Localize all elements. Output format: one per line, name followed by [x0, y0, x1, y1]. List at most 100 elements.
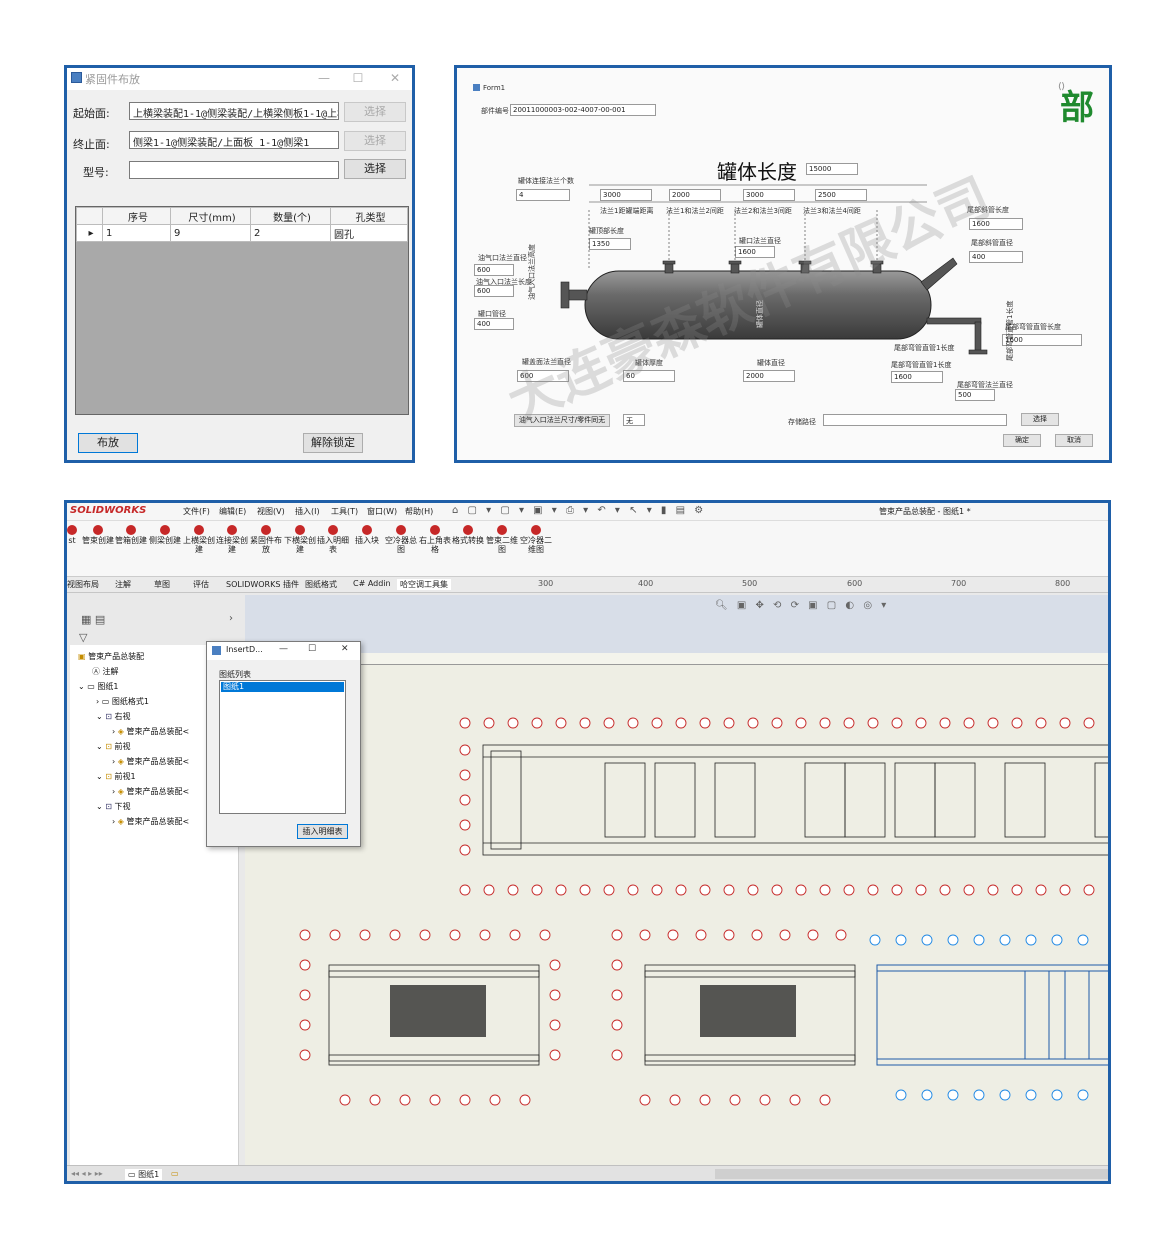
menu-edit[interactable]: 编辑(E) [219, 506, 246, 517]
end-select-button[interactable]: 选择 [344, 131, 406, 151]
model-select-button[interactable]: 选择 [344, 159, 406, 179]
tool-tube-bundle[interactable]: 管束创建 [81, 525, 115, 545]
tool-upper-beam[interactable]: 上横梁创建 [182, 525, 216, 554]
cell-size[interactable]: 9 [170, 224, 251, 242]
fastener-grid: 序号 尺寸(mm) 数量(个) 孔类型 ▸ 1 9 2 圆孔 [75, 206, 409, 415]
cell-index[interactable]: 1 [102, 224, 171, 242]
menu-tools[interactable]: 工具(T) [331, 506, 358, 517]
view-toolbar-icons[interactable]: 🔍︎ ▣ ✥ ⟲ ⟳ ▣ ▢ ◐ ◎ ▾ [715, 600, 889, 611]
tree-ref-3[interactable]: › ◈ 管束产品总装配< [112, 786, 189, 797]
tab-sheet-format[interactable]: 图纸格式 [305, 579, 337, 590]
unlock-button[interactable]: 解除锁定 [303, 433, 363, 453]
add-sheet-icon[interactable]: ▭ [171, 1169, 179, 1178]
solidworks-logo: SOLIDWORKS [70, 505, 147, 516]
tool-format-convert[interactable]: 格式转换 [451, 525, 485, 545]
tool-icon [126, 525, 136, 535]
tool-icon [362, 525, 372, 535]
tool-insert-bom[interactable]: 插入明细表 [316, 525, 350, 554]
col-index[interactable]: 序号 [102, 207, 171, 225]
sheet-nav-arrows[interactable]: ◂◂ ◂ ▸ ▸▸ [71, 1169, 103, 1178]
app-icon [71, 72, 82, 83]
tool-fastener[interactable]: 紧固件布放 [249, 525, 283, 554]
drawing-canvas[interactable]: 🔍︎ ▣ ✥ ⟲ ⟳ ▣ ▢ ◐ ◎ ▾ [245, 595, 1108, 1167]
menu-insert[interactable]: 插入(I) [295, 506, 320, 517]
tank-parameter-form: Form1 部 ⟨⟩ 部件编号 20011000003-002-4007-00-… [454, 65, 1112, 463]
place-button[interactable]: 布放 [78, 433, 138, 453]
end-face-label: 终止面: [73, 138, 110, 151]
tool-icon [430, 525, 440, 535]
row-header-corner [76, 207, 103, 225]
sheet-list-item[interactable]: 图纸1 [221, 682, 344, 692]
tool-corner-table[interactable]: 右上角表格 [418, 525, 452, 554]
tool-lower-beam[interactable]: 下横梁创建 [283, 525, 317, 554]
insert-bom-dialog: InsertD... — ☐ ✕ 图纸列表 图纸1 插入明细表 [206, 641, 361, 847]
sheet-tab[interactable]: ▭ 图纸1 [125, 1169, 163, 1180]
tool-icon [67, 525, 77, 535]
tool-icon [160, 525, 170, 535]
cell-hole-type[interactable]: 圆孔 [330, 224, 408, 242]
tool-bundle-2d[interactable]: 管束二维图 [485, 525, 519, 554]
quick-access-icons[interactable]: ⌂ ▢ ▾ ▢ ▾ ▣ ▾ ⎙ ▾ ↶ ▾ ↖ ▾ ▮ ▤ ⚙ [452, 505, 706, 516]
tree-sheet-format[interactable]: › ▭ 图纸格式1 [96, 696, 149, 707]
sheet-ruler [245, 653, 1108, 665]
dialog-close-button[interactable]: ✕ [341, 644, 349, 654]
col-hole-type[interactable]: 孔类型 [330, 207, 408, 225]
close-button[interactable]: ✕ [385, 69, 405, 87]
tree-root[interactable]: ▣ 管束产品总装配 [78, 651, 144, 662]
tree-view-front1[interactable]: ⌄ ⊡ 前视1 [96, 771, 136, 782]
tool-connect-beam[interactable]: 连接梁创建 [215, 525, 249, 554]
model-field[interactable] [129, 161, 339, 179]
tab-evaluate[interactable]: 评估 [193, 579, 209, 590]
tool-insert-block[interactable]: 插入块 [350, 525, 384, 545]
feature-manager-icons[interactable]: ▦ ▤ [81, 613, 105, 626]
menu-file[interactable]: 文件(F) [183, 506, 210, 517]
table-row[interactable]: ▸ 1 9 2 圆孔 [76, 224, 408, 242]
tab-hac-tools[interactable]: 哈空调工具集 [397, 579, 451, 590]
tree-view-front[interactable]: ⌄ ⊡ 前视 [96, 741, 131, 752]
maximize-button[interactable]: ☐ [348, 69, 368, 87]
sheet-list[interactable]: 图纸1 [219, 680, 346, 814]
menu-window[interactable]: 窗口(W) [367, 506, 397, 517]
chevron-right-icon[interactable]: › [229, 613, 233, 624]
tab-view-layout[interactable]: 视图布局 [67, 579, 99, 590]
end-face-field[interactable]: 侧梁1-1@侧梁装配/上面板_1-1@侧梁1 [129, 131, 339, 149]
ruler-300: 300 [538, 579, 554, 588]
menu-view[interactable]: 视图(V) [257, 506, 285, 517]
tree-ref-2[interactable]: › ◈ 管束产品总装配< [112, 756, 189, 767]
start-select-button[interactable]: 选择 [344, 102, 406, 122]
insert-bom-button[interactable]: 插入明细表 [297, 824, 348, 839]
tab-sketch[interactable]: 草图 [154, 579, 170, 590]
tree-view-right[interactable]: ⌄ ⊡ 右视 [96, 711, 131, 722]
minimize-button[interactable]: — [314, 69, 334, 87]
canvas-top-area [245, 595, 1108, 655]
title-bar: 紧固件布放 — ☐ ✕ [67, 68, 412, 90]
start-face-field[interactable]: 上横梁装配1-1@侧梁装配/上横梁侧板1-1@上横 [129, 102, 339, 120]
tree-sheet[interactable]: ⌄ ▭ 图纸1 [78, 681, 118, 692]
tree-annotations[interactable]: Ⓐ 注解 [92, 666, 119, 677]
tool-icon [396, 525, 406, 535]
row-selector[interactable]: ▸ [76, 224, 103, 242]
tab-addins[interactable]: SOLIDWORKS 插件 [226, 579, 299, 590]
menu-bar: SOLIDWORKS 文件(F) 编辑(E) 视图(V) 插入(I) 工具(T)… [67, 503, 1108, 521]
dialog-minimize-button[interactable]: — [279, 644, 288, 654]
tool-header-box[interactable]: 管箱创建 [114, 525, 148, 545]
horizontal-scrollbar[interactable] [715, 1169, 1108, 1179]
start-face-label: 起始面: [73, 107, 110, 120]
tree-ref-1[interactable]: › ◈ 管束产品总装配< [112, 726, 189, 737]
dialog-title: InsertD... [226, 645, 263, 654]
tree-ref-4[interactable]: › ◈ 管束产品总装配< [112, 816, 189, 827]
tool-cooler-2d[interactable]: 空冷器二维图 [519, 525, 553, 554]
tool-cooler-assembly[interactable]: 空冷器总图 [384, 525, 418, 554]
cell-quantity[interactable]: 2 [250, 224, 331, 242]
document-title: 管束产品总装配 - 图纸1 * [879, 507, 971, 516]
tool-side-beam[interactable]: 侧梁创建 [148, 525, 182, 545]
filter-icon[interactable]: ▽ [79, 631, 87, 644]
dialog-maximize-button[interactable]: ☐ [308, 644, 316, 654]
col-quantity[interactable]: 数量(个) [250, 207, 331, 225]
tab-csharp-addin[interactable]: C# Addin [353, 579, 391, 588]
col-size[interactable]: 尺寸(mm) [170, 207, 251, 225]
menu-help[interactable]: 帮助(H) [405, 506, 433, 517]
tree-view-bottom[interactable]: ⌄ ⊡ 下视 [96, 801, 131, 812]
tab-annotation[interactable]: 注解 [115, 579, 131, 590]
tool-icon [328, 525, 338, 535]
